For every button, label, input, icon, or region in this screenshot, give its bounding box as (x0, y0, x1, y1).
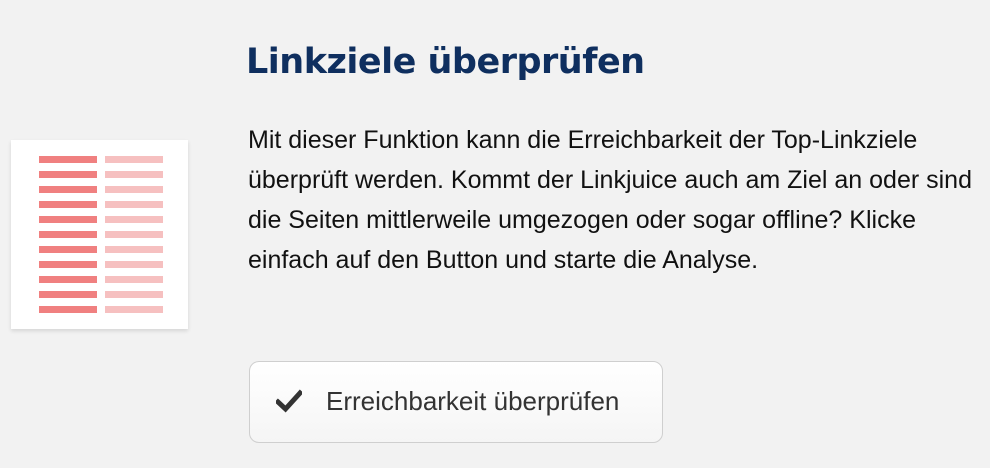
illustration-bar-secondary (105, 156, 163, 163)
illustration-bar-secondary (105, 276, 163, 283)
illustration-bar-primary (39, 186, 97, 193)
illustration-bar-secondary (105, 216, 163, 223)
check-reachability-button[interactable]: Erreichbarkeit überprüfen (249, 361, 663, 443)
illustration-bar-primary (39, 171, 97, 178)
check-reachability-button-label: Erreichbarkeit überprüfen (326, 386, 620, 416)
illustration-bar-primary (39, 291, 97, 298)
illustration-bar-primary (39, 276, 97, 283)
illustration-bar-secondary (105, 171, 163, 178)
illustration-bar-primary (39, 246, 97, 253)
illustration-bar-secondary (105, 231, 163, 238)
illustration-bar-secondary (105, 201, 163, 208)
description-text: Mit dieser Funktion kann die Erreichbark… (248, 126, 972, 274)
page-title: Linkziele überprüfen (246, 42, 645, 82)
check-icon (276, 389, 302, 413)
link-check-panel: Linkziele überprüfen Mit dieser Funktion… (0, 0, 990, 468)
illustration-bar-primary (39, 261, 97, 268)
illustration-bar-primary (39, 231, 97, 238)
illustration-bar-primary (39, 156, 97, 163)
illustration-bar-secondary (105, 291, 163, 298)
illustration-bar-primary (39, 201, 97, 208)
illustration-bar-secondary (105, 246, 163, 253)
illustration-bar-primary (39, 306, 97, 313)
illustration-bar-primary (39, 216, 97, 223)
illustration-bar-secondary (105, 306, 163, 313)
illustration-bar-secondary (105, 186, 163, 193)
link-list-illustration (11, 140, 188, 329)
illustration-bar-secondary (105, 261, 163, 268)
